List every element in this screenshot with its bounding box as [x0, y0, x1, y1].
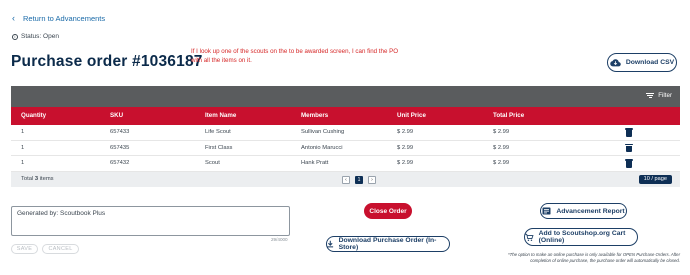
trash-icon[interactable]	[625, 143, 633, 153]
info-circle-icon: i	[12, 33, 18, 40]
add-to-cart-button[interactable]: Add to Scoutshop.org Cart (Online)	[524, 228, 638, 246]
total-items-prefix: Total	[21, 175, 35, 182]
save-button[interactable]: SAVE	[11, 244, 38, 254]
filter-icon	[646, 92, 655, 99]
page-title: Purchase order #1036187	[11, 53, 203, 70]
prev-page-button[interactable]: ‹	[342, 175, 350, 184]
cell-unit-price: $ 2.99	[397, 129, 414, 135]
chevron-left-icon: ‹	[12, 13, 15, 23]
cell-item-name: Scout	[205, 160, 220, 166]
page-number[interactable]: 1	[355, 175, 363, 184]
cancel-button[interactable]: CANCEL	[42, 244, 79, 254]
table-row: 1 657435 First Class Antonio Marucci $ 2…	[11, 140, 680, 156]
advancement-report-label: Advancement Report	[556, 207, 625, 215]
filter-button[interactable]: Filter	[646, 92, 672, 99]
table-row: 1 657432 Scout Hank Pratt $ 2.99 $ 2.99	[11, 156, 680, 172]
report-icon	[542, 207, 551, 215]
table-footer: Total 3 items ‹ 1 › 10 / page	[11, 171, 680, 187]
cell-quantity: 1	[21, 160, 25, 166]
download-purchase-order-label: Download Purchase Order (In-Store)	[338, 237, 437, 251]
column-header-members[interactable]: Members	[301, 107, 328, 125]
download-purchase-order-button[interactable]: Download Purchase Order (In-Store)	[326, 236, 450, 252]
cloud-download-icon	[610, 58, 621, 66]
column-header-sku[interactable]: SKU	[110, 107, 123, 125]
table-row: 1 657433 Life Scout Sullivan Cushing $ 2…	[11, 125, 680, 141]
char-count: 29/4000	[271, 237, 288, 242]
column-header-unit-price[interactable]: Unit Price	[397, 107, 426, 125]
annotation-note: If I look up one of the scouts on the to…	[191, 48, 399, 64]
cell-item-name: Life Scout	[205, 129, 231, 135]
close-order-button[interactable]: Close Order	[364, 203, 412, 219]
purchase-order-table: Filter Quantity SKU Item Name Members Un…	[11, 86, 680, 187]
filter-label: Filter	[658, 92, 672, 99]
cell-total-price: $ 2.99	[493, 129, 510, 135]
order-status-label: Status: Open	[21, 33, 59, 40]
total-items-suffix: items	[38, 175, 54, 182]
download-csv-button[interactable]: Download CSV	[607, 53, 677, 72]
return-to-advancements-link[interactable]: ‹ Return to Advancements	[12, 13, 105, 23]
download-csv-label: Download CSV	[625, 59, 675, 66]
add-to-cart-label: Add to Scoutshop.org Cart (Online)	[538, 230, 626, 244]
cell-quantity: 1	[21, 144, 25, 151]
column-header-quantity[interactable]: Quantity	[21, 107, 46, 125]
cell-unit-price: $ 2.99	[397, 160, 414, 166]
cell-quantity: 1	[21, 129, 25, 135]
trash-icon[interactable]	[625, 159, 633, 168]
notes-textarea[interactable]: Generated by: Scoutbook Plus	[11, 206, 290, 236]
cell-total-price: $ 2.99	[493, 160, 510, 166]
cell-sku: 657435	[110, 144, 130, 151]
column-header-item-name[interactable]: Item Name	[205, 107, 236, 125]
cell-member: Hank Pratt	[301, 160, 329, 166]
download-icon	[327, 240, 334, 248]
return-to-advancements-label: Return to Advancements	[23, 13, 106, 23]
advancement-report-button[interactable]: Advancement Report	[540, 203, 627, 219]
order-status: i Status: Open	[12, 33, 59, 40]
page-size-select[interactable]: 10 / page	[638, 174, 672, 184]
cell-sku: 657432	[110, 160, 130, 166]
table-header: Quantity SKU Item Name Members Unit Pric…	[11, 107, 680, 125]
cell-member: Antonio Marucci	[301, 144, 343, 151]
cell-unit-price: $ 2.99	[397, 144, 414, 151]
table-toolbar: Filter	[11, 86, 680, 107]
cell-total-price: $ 2.99	[493, 144, 510, 151]
column-header-total-price[interactable]: Total Price	[493, 107, 524, 125]
pagination: ‹ 1 ›	[342, 175, 376, 184]
cart-icon	[525, 233, 534, 241]
next-page-button[interactable]: ›	[368, 175, 376, 184]
cell-item-name: First Class	[205, 144, 233, 151]
online-purchase-disclaimer: *The option to make an online purchase i…	[507, 252, 680, 263]
trash-icon[interactable]	[625, 128, 633, 137]
total-items: Total 3 items	[21, 172, 54, 187]
cell-sku: 657433	[110, 129, 130, 135]
cell-member: Sullivan Cushing	[301, 129, 345, 135]
